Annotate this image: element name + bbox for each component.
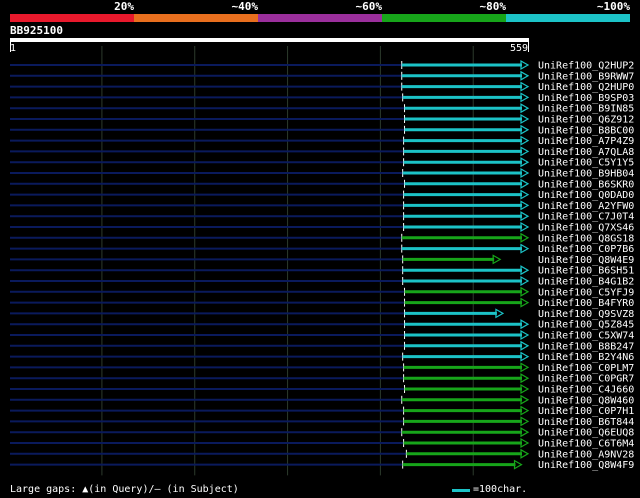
hit-label[interactable]: UniRef100_C0P7B6: [538, 244, 634, 255]
hit-label[interactable]: UniRef100_Q8W460: [538, 395, 634, 406]
hit-arrow-icon: [520, 189, 530, 200]
hit-label[interactable]: UniRef100_B9RWW7: [538, 71, 634, 82]
hit-label[interactable]: UniRef100_B9SP03: [538, 93, 634, 104]
hit-label[interactable]: UniRef100_B2Y4N6: [538, 352, 634, 363]
hit-label[interactable]: UniRef100_C0PLM7: [538, 363, 634, 374]
hit-label[interactable]: UniRef100_A7QLA8: [538, 147, 634, 158]
hit-arrow-icon: [520, 200, 530, 211]
large-gaps-legend: Large gaps: ▲(in Query)/— (in Subject): [10, 484, 239, 495]
hit-arrow-icon: [520, 92, 530, 103]
hit-label[interactable]: UniRef100_Q6Z912: [538, 115, 634, 126]
hit-arrow-icon: [520, 124, 530, 135]
scale-legend: =100char.: [452, 484, 527, 496]
hit-arrow-icon: [495, 308, 505, 319]
hit-label[interactable]: UniRef100_B4G1B2: [538, 277, 634, 288]
hit-arrow-icon: [520, 221, 530, 233]
hit-label[interactable]: UniRef100_B8B247: [538, 341, 634, 352]
hit-label[interactable]: UniRef100_C0PGR7: [538, 374, 634, 385]
hit-label[interactable]: UniRef100_Q5Z845: [538, 320, 634, 331]
hit-arrow-icon: [520, 286, 530, 297]
hit-label[interactable]: UniRef100_Q0DAD0: [538, 190, 634, 201]
hit-arrow-icon: [520, 232, 530, 243]
hit-arrow-icon: [520, 211, 530, 222]
hit-label[interactable]: UniRef100_Q7XS46: [538, 223, 634, 234]
hit-arrow-icon: [492, 254, 502, 265]
hit-arrow-icon: [520, 70, 530, 81]
hit-label[interactable]: UniRef100_C7J0T4: [538, 212, 634, 223]
hit-label[interactable]: UniRef100_B9HB04: [538, 169, 634, 180]
hit-arrow-icon: [513, 459, 523, 470]
hit-label[interactable]: UniRef100_A9NV28: [538, 449, 634, 460]
hit-arrow-icon: [520, 167, 530, 179]
hit-arrow-icon: [520, 103, 530, 114]
hit-arrow-icon: [520, 394, 530, 405]
hit-label[interactable]: UniRef100_C6T6M4: [538, 439, 634, 450]
hit-label[interactable]: UniRef100_Q8W4E9: [538, 255, 634, 266]
hit-arrow-icon: [520, 448, 530, 459]
hit-arrow-icon: [520, 135, 530, 146]
hit-label[interactable]: UniRef100_A2YFW0: [538, 201, 634, 212]
hit-arrow-icon: [520, 265, 530, 276]
hit-label[interactable]: UniRef100_Q2HUP0: [538, 82, 634, 93]
hit-label[interactable]: UniRef100_A7P4Z9: [538, 136, 634, 147]
hit-label[interactable]: UniRef100_C5XW74: [538, 331, 634, 342]
hit-arrow-icon: [520, 146, 530, 157]
hit-arrow-icon: [520, 362, 530, 373]
hit-label[interactable]: UniRef100_B9IN85: [538, 104, 634, 115]
hit-arrow-icon: [520, 59, 530, 71]
hit-arrow-icon: [520, 81, 530, 92]
hit-arrow-icon: [520, 243, 530, 254]
hit-label[interactable]: UniRef100_B8BC00: [538, 125, 634, 136]
hit-label[interactable]: UniRef100_C0P7H1: [538, 406, 634, 417]
hit-label[interactable]: UniRef100_B4FYR0: [538, 298, 634, 309]
hit-label[interactable]: UniRef100_B6SH51: [538, 266, 634, 277]
hit-label[interactable]: UniRef100_B6T844: [538, 417, 634, 428]
scale-swatch: [452, 488, 470, 492]
hit-label[interactable]: UniRef100_Q9SVZ8: [538, 309, 634, 320]
hit-label[interactable]: UniRef100_Q8W4F9: [538, 460, 634, 471]
hit-arrow-icon: [520, 113, 530, 125]
hit-arrow-icon: [520, 373, 530, 384]
hit-arrow-icon: [520, 157, 530, 168]
hit-label[interactable]: UniRef100_Q8GS18: [538, 233, 634, 244]
hit-arrow-icon: [520, 437, 530, 449]
hit-label[interactable]: UniRef100_Q2HUP2: [538, 61, 634, 72]
hit-arrow-icon: [520, 340, 530, 351]
hit-arrow-icon: [520, 275, 530, 287]
hit-label[interactable]: UniRef100_C4J660: [538, 385, 634, 396]
hit-label[interactable]: UniRef100_C5YFJ9: [538, 287, 634, 298]
hit-arrow-icon: [520, 427, 530, 438]
scale-legend-text: =100char.: [473, 484, 528, 495]
hit-arrow-icon: [520, 329, 530, 341]
alignment-plot: UniRef100_Q2HUP2UniRef100_B9RWW7UniRef10…: [10, 46, 634, 476]
hit-arrow-icon: [520, 178, 530, 189]
hit-arrow-icon: [520, 297, 530, 308]
hit-label[interactable]: UniRef100_C5Y1Y5: [538, 158, 634, 169]
hit-arrow-icon: [520, 351, 530, 362]
hit-arrow-icon: [520, 416, 530, 427]
hit-arrow-icon: [520, 319, 530, 330]
hit-arrow-icon: [520, 383, 530, 395]
hit-label[interactable]: UniRef100_B6SKR0: [538, 179, 634, 190]
hit-arrow-icon: [520, 405, 530, 416]
hit-label[interactable]: UniRef100_Q6EUQ8: [538, 428, 634, 439]
